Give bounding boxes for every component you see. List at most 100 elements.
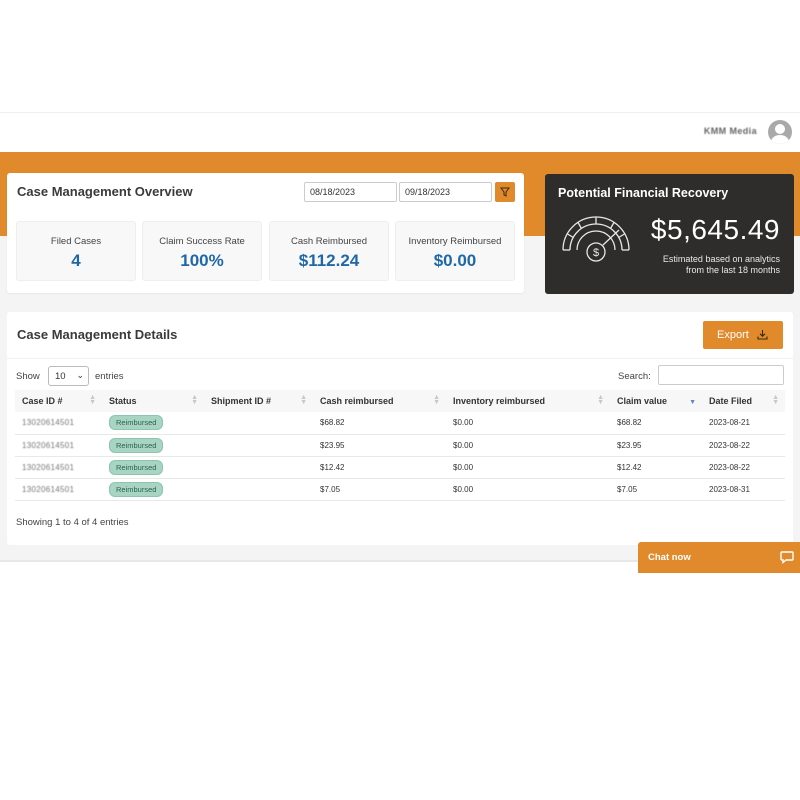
cell-claim: $68.82 bbox=[617, 418, 642, 428]
column-header-status[interactable]: Status ▲ ▼ bbox=[102, 390, 204, 412]
status-badge: Reimbursed bbox=[109, 415, 164, 431]
stat-label: Claim Success Rate bbox=[159, 236, 245, 247]
cell-inventory: $0.00 bbox=[453, 462, 474, 472]
column-header-label: Case ID # bbox=[22, 396, 63, 406]
status-badge: Reimbursed bbox=[109, 481, 164, 497]
table-row: 13020614501 Reimbursed $12.42 $0.00 $12.… bbox=[15, 456, 785, 478]
avatar-head bbox=[775, 124, 785, 134]
table-row: 13020614501 Reimbursed $68.82 $0.00 $68.… bbox=[15, 412, 785, 434]
column-header-date-filed[interactable]: Date Filed ▲ ▼ bbox=[702, 390, 785, 412]
column-header-cash-reimbursed[interactable]: Cash reimbursed ▲ ▼ bbox=[313, 390, 446, 412]
details-divider bbox=[7, 358, 793, 359]
table-row: 13020614501 Reimbursed $23.95 $0.00 $23.… bbox=[15, 434, 785, 456]
cell-claim: $23.95 bbox=[617, 440, 642, 450]
sort-icon: ▲ ▼ bbox=[597, 394, 604, 406]
case-details-card: Case Management Details Export Show 10 ⌄… bbox=[7, 312, 793, 545]
sort-icon: ▲ ▼ bbox=[433, 394, 440, 406]
cell-status: Reimbursed bbox=[102, 478, 204, 500]
cell-cash: $7.05 bbox=[320, 484, 341, 494]
cell-shipment-id bbox=[204, 478, 313, 500]
search-input[interactable] bbox=[658, 365, 784, 385]
details-title: Case Management Details bbox=[17, 327, 178, 342]
cell-shipment-id bbox=[204, 412, 313, 434]
sort-icon: ▲ ▼ bbox=[772, 394, 779, 406]
top-header: KMM Media bbox=[0, 112, 800, 152]
cell-status: Reimbursed bbox=[102, 434, 204, 456]
column-header-case-id[interactable]: Case ID # ▲ ▼ bbox=[15, 390, 102, 412]
filter-button[interactable] bbox=[495, 182, 515, 202]
cell-case-id: 13020614501 bbox=[22, 440, 75, 450]
column-header-label: Cash reimbursed bbox=[320, 396, 394, 406]
stat-inventory-reimbursed: Inventory Reimbursed $0.00 bbox=[395, 221, 515, 281]
stat-value: 4 bbox=[71, 251, 81, 270]
overview-title: Case Management Overview bbox=[17, 184, 193, 199]
export-button[interactable]: Export bbox=[703, 321, 783, 349]
recovery-amount: $5,645.49 bbox=[650, 214, 780, 245]
recovery-note-line1: Estimated based on analytics bbox=[662, 254, 780, 264]
stat-cash-reimbursed: Cash Reimbursed $112.24 bbox=[269, 221, 389, 281]
cell-cash: $23.95 bbox=[320, 440, 345, 450]
recovery-note: Estimated based on analytics from the la… bbox=[620, 254, 780, 276]
cases-table: Case ID # ▲ ▼ Status ▲ ▼ Shipment ID # ▲ ▼ Cas… bbox=[15, 390, 785, 501]
column-header-label: Date Filed bbox=[709, 396, 753, 406]
stat-label: Filed Cases bbox=[50, 236, 102, 247]
cell-inventory: $0.00 bbox=[453, 418, 474, 428]
user-name[interactable]: KMM Media bbox=[704, 126, 757, 136]
entries-value: 10 bbox=[55, 371, 66, 382]
date-to-input[interactable]: 09/18/2023 bbox=[399, 182, 492, 202]
sort-icon: ▲ ▼ bbox=[191, 394, 198, 406]
cell-case-id: 13020614501 bbox=[22, 418, 75, 428]
sort-icon: ▲ ▼ bbox=[89, 394, 96, 406]
stat-label: Cash Reimbursed bbox=[290, 236, 368, 247]
cell-date: 2023-08-21 bbox=[709, 418, 750, 428]
cell-date: 2023-08-31 bbox=[709, 484, 750, 494]
cell-inventory: $0.00 bbox=[453, 440, 474, 450]
chat-label: Chat now bbox=[648, 552, 691, 563]
stat-value: 100% bbox=[180, 251, 224, 270]
column-header-inventory-reimbursed[interactable]: Inventory reimbursed ▲ ▼ bbox=[446, 390, 610, 412]
chat-bubble-icon bbox=[780, 551, 794, 564]
recovery-title: Potential Financial Recovery bbox=[558, 186, 729, 200]
column-header-label: Shipment ID # bbox=[211, 396, 272, 406]
table-row: 13020614501 Reimbursed $7.05 $0.00 $7.05… bbox=[15, 478, 785, 500]
sort-desc-icon: ▼ bbox=[689, 399, 696, 406]
cell-cash: $68.82 bbox=[320, 418, 345, 428]
app-root: KMM Media Case Management Overview 08/18… bbox=[0, 0, 800, 800]
cell-case-id: 13020614501 bbox=[22, 462, 75, 472]
search-label: Search: bbox=[618, 371, 651, 382]
stat-filed-cases: Filed Cases 4 bbox=[16, 221, 136, 281]
show-label: Show bbox=[16, 371, 40, 382]
chevron-down-icon: ⌄ bbox=[76, 370, 84, 380]
stat-label: Inventory Reimbursed bbox=[408, 236, 502, 247]
filter-icon bbox=[500, 187, 510, 197]
sort-icon: ▲ ▼ bbox=[300, 394, 307, 406]
entries-label: entries bbox=[95, 371, 124, 382]
table-info: Showing 1 to 4 of 4 entries bbox=[16, 517, 129, 528]
date-from-input[interactable]: 08/18/2023 bbox=[304, 182, 397, 202]
svg-text:$: $ bbox=[593, 247, 599, 259]
cell-claim: $12.42 bbox=[617, 462, 642, 472]
entries-select[interactable]: 10 ⌄ bbox=[48, 366, 89, 386]
column-header-label: Status bbox=[109, 396, 137, 406]
cell-claim: $7.05 bbox=[617, 484, 638, 494]
stat-value: $0.00 bbox=[433, 251, 477, 270]
status-badge: Reimbursed bbox=[109, 437, 164, 453]
case-overview-card: Case Management Overview 08/18/2023 09/1… bbox=[7, 173, 524, 293]
chat-now-button[interactable]: Chat now bbox=[638, 542, 800, 573]
cell-cash: $12.42 bbox=[320, 462, 345, 472]
user-avatar-icon[interactable] bbox=[768, 120, 792, 144]
financial-recovery-card: Potential Financial Recovery $ $5,645.49… bbox=[545, 174, 794, 294]
stat-claim-success-rate: Claim Success Rate 100% bbox=[142, 221, 262, 281]
download-icon bbox=[757, 330, 768, 340]
cell-shipment-id bbox=[204, 456, 313, 478]
cell-inventory: $0.00 bbox=[453, 484, 474, 494]
cell-status: Reimbursed bbox=[102, 456, 204, 478]
avatar-body bbox=[771, 135, 789, 144]
column-header-claim-value[interactable]: Claim value ▼ bbox=[610, 390, 702, 412]
stat-value: $112.24 bbox=[298, 251, 360, 270]
status-badge: Reimbursed bbox=[109, 459, 164, 475]
cell-date: 2023-08-22 bbox=[709, 462, 750, 472]
column-header-shipment-id[interactable]: Shipment ID # ▲ ▼ bbox=[204, 390, 313, 412]
cell-status: Reimbursed bbox=[102, 412, 204, 434]
column-header-label: Inventory reimbursed bbox=[453, 396, 546, 406]
